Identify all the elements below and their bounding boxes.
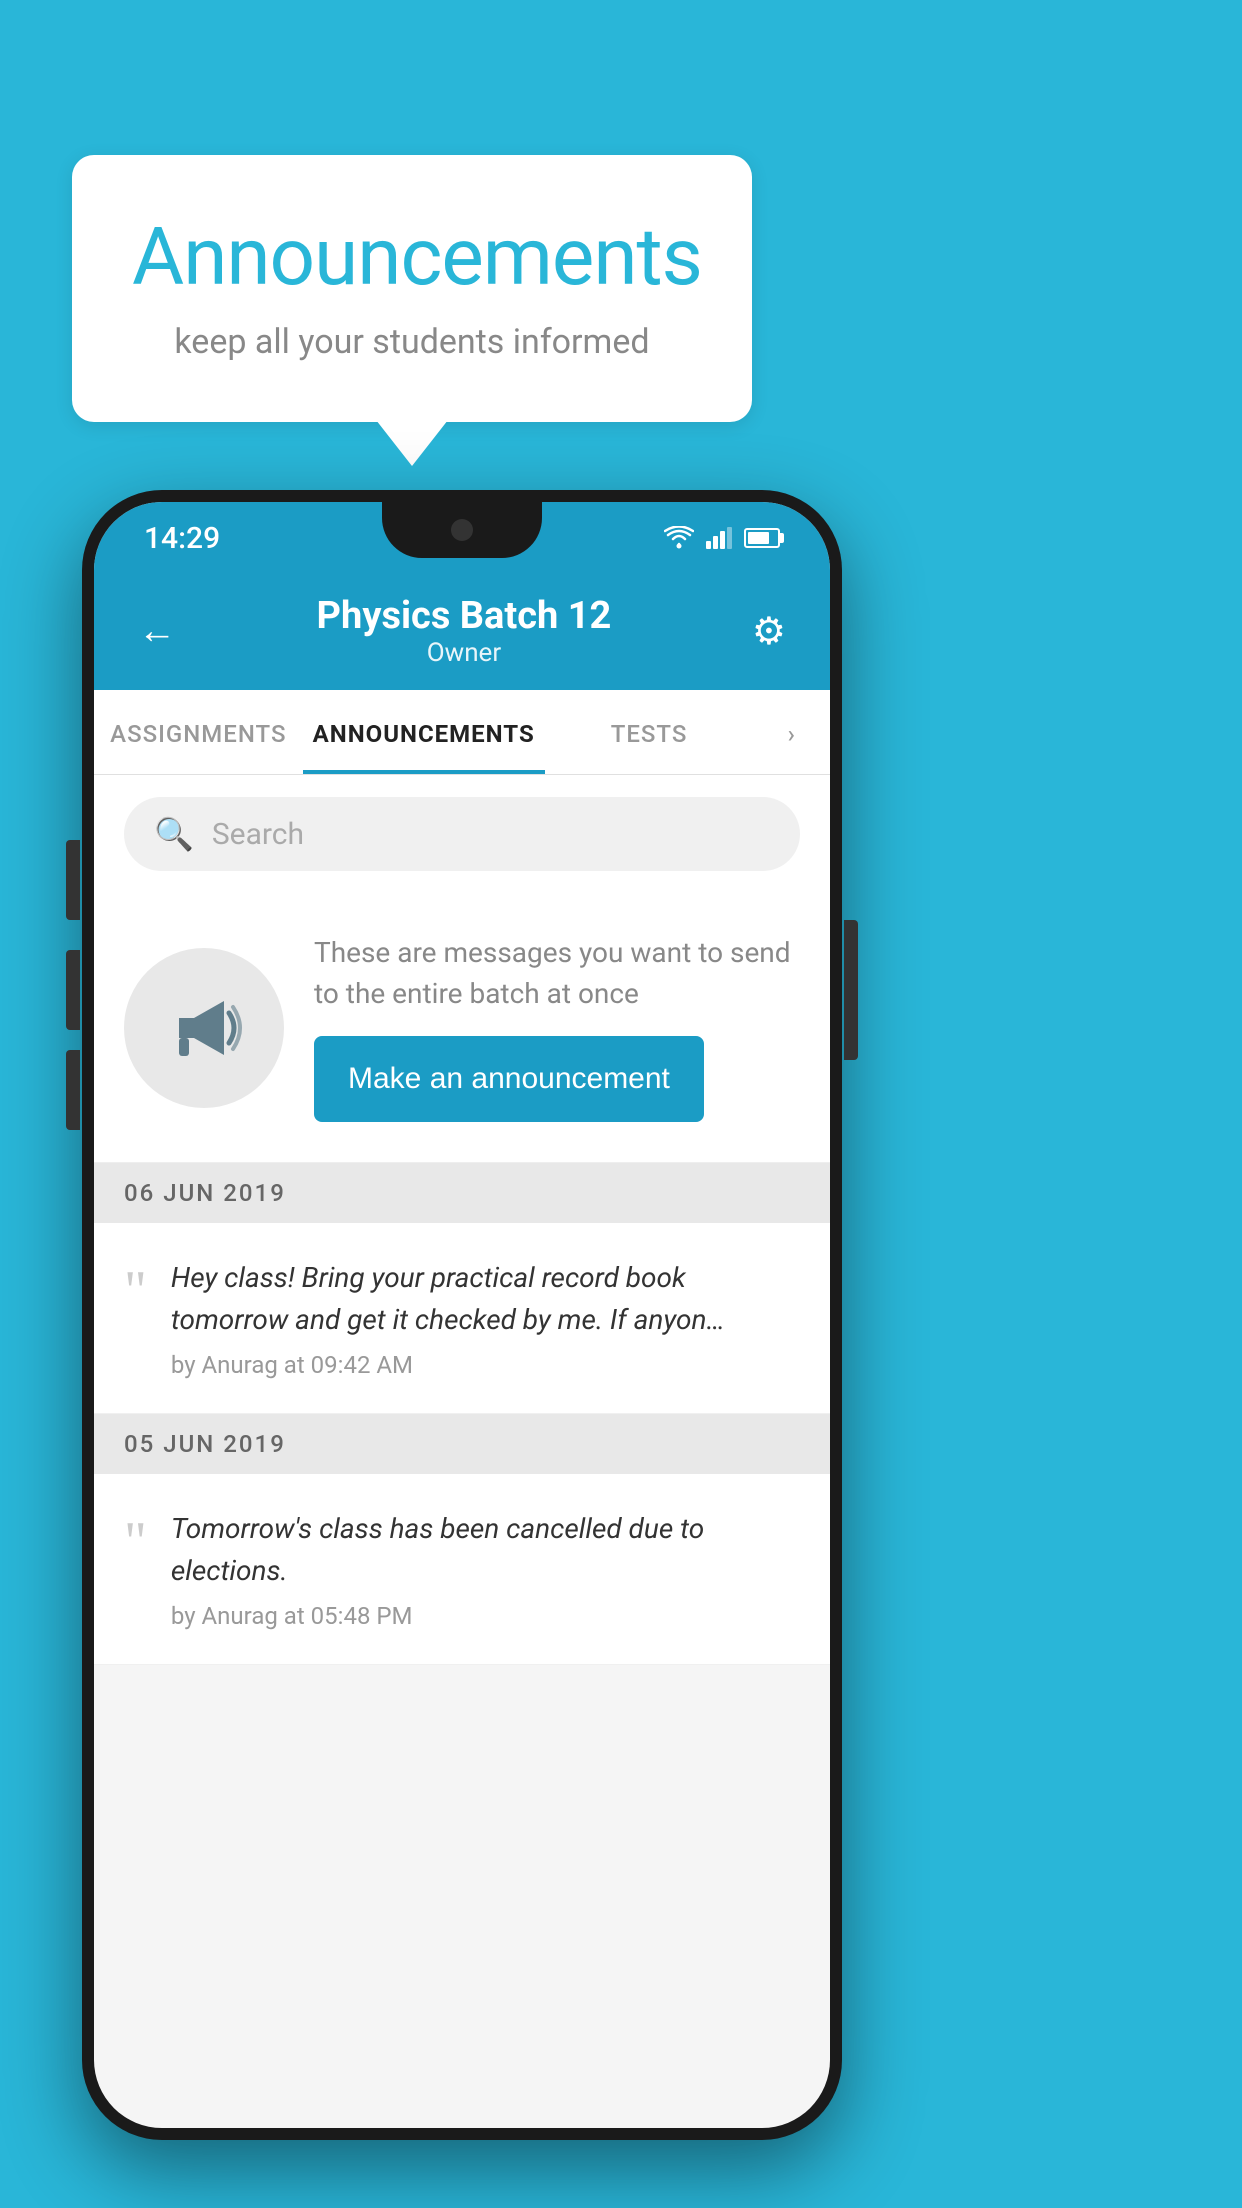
signal-icon xyxy=(706,527,732,549)
header-subtitle: Owner xyxy=(317,638,612,668)
back-button[interactable]: ← xyxy=(138,609,176,653)
tab-tests[interactable]: TESTS xyxy=(545,690,754,774)
announcement-item-2[interactable]: " Tomorrow's class has been cancelled du… xyxy=(94,1474,830,1665)
bubble-title: Announcements xyxy=(132,210,692,304)
front-camera xyxy=(451,519,473,541)
tab-more[interactable]: › xyxy=(753,690,830,774)
status-icons xyxy=(664,526,780,550)
quote-icon-1: " xyxy=(124,1263,147,1319)
megaphone-circle xyxy=(124,948,284,1108)
status-bar: 14:29 xyxy=(94,502,830,574)
announcement-content-1: Hey class! Bring your practical record b… xyxy=(171,1257,800,1379)
quote-icon-2: " xyxy=(124,1514,147,1570)
notch xyxy=(382,502,542,558)
tab-announcements[interactable]: ANNOUNCEMENTS xyxy=(303,690,545,774)
announcement-item-1[interactable]: " Hey class! Bring your practical record… xyxy=(94,1223,830,1414)
speech-bubble-card: Announcements keep all your students inf… xyxy=(72,155,752,422)
search-section: 🔍 Search xyxy=(94,775,830,893)
search-placeholder: Search xyxy=(212,817,304,852)
date-separator-2: 05 JUN 2019 xyxy=(94,1414,830,1474)
announcement-cta-section: These are messages you want to send to t… xyxy=(94,893,830,1163)
wifi-icon xyxy=(664,526,694,550)
app-header: ← Physics Batch 12 Owner ⚙ xyxy=(94,574,830,690)
search-bar[interactable]: 🔍 Search xyxy=(124,797,800,871)
announcement-meta-1: by Anurag at 09:42 AM xyxy=(171,1351,800,1379)
battery-icon xyxy=(744,528,780,548)
bubble-subtitle: keep all your students informed xyxy=(132,322,692,362)
date-separator-1: 06 JUN 2019 xyxy=(94,1163,830,1223)
tabs-bar: ASSIGNMENTS ANNOUNCEMENTS TESTS › xyxy=(94,690,830,775)
announcement-text-2: Tomorrow's class has been cancelled due … xyxy=(171,1508,800,1592)
announcement-content-2: Tomorrow's class has been cancelled due … xyxy=(171,1508,800,1630)
search-icon: 🔍 xyxy=(154,815,194,853)
announcement-meta-2: by Anurag at 05:48 PM xyxy=(171,1602,800,1630)
tab-assignments[interactable]: ASSIGNMENTS xyxy=(94,690,303,774)
phone-device: 14:29 xyxy=(82,490,842,2140)
megaphone-icon xyxy=(159,983,249,1073)
status-time: 14:29 xyxy=(144,521,220,556)
cta-description: These are messages you want to send to t… xyxy=(314,933,800,1014)
settings-button[interactable]: ⚙ xyxy=(752,609,786,654)
header-title: Physics Batch 12 xyxy=(317,594,612,638)
announcement-text-1: Hey class! Bring your practical record b… xyxy=(171,1257,800,1341)
make-announcement-button[interactable]: Make an announcement xyxy=(314,1036,704,1122)
